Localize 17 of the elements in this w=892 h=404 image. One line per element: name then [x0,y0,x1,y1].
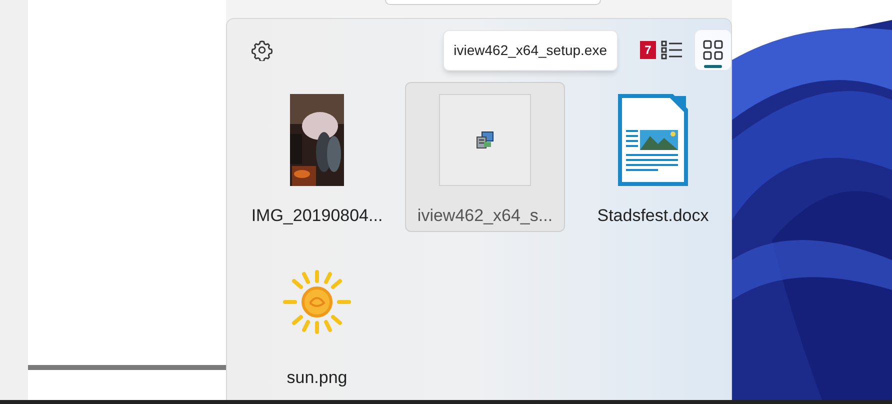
file-tile[interactable]: IMG_20190804... [237,82,397,232]
installer-icon [476,131,494,149]
grid-view-button[interactable] [695,30,731,70]
badge: 7 [640,41,656,59]
file-tile[interactable]: sun.png [237,244,397,394]
file-name: iview462_x64_s... [417,205,553,227]
file-name: Stadsfest.docx [597,205,709,227]
file-tile[interactable]: Stadsfest.docx [573,82,733,232]
file-name: sun.png [286,367,348,389]
grid-icon [703,40,723,60]
list-icon [661,40,683,60]
sun-icon [282,269,352,335]
file-tile[interactable]: iview462_x64_s... [405,82,565,232]
tooltip: iview462_x64_setup.exe [442,30,618,70]
settings-icon[interactable] [251,39,273,61]
file-name: IMG_20190804... [251,205,383,227]
document-icon [618,94,688,186]
